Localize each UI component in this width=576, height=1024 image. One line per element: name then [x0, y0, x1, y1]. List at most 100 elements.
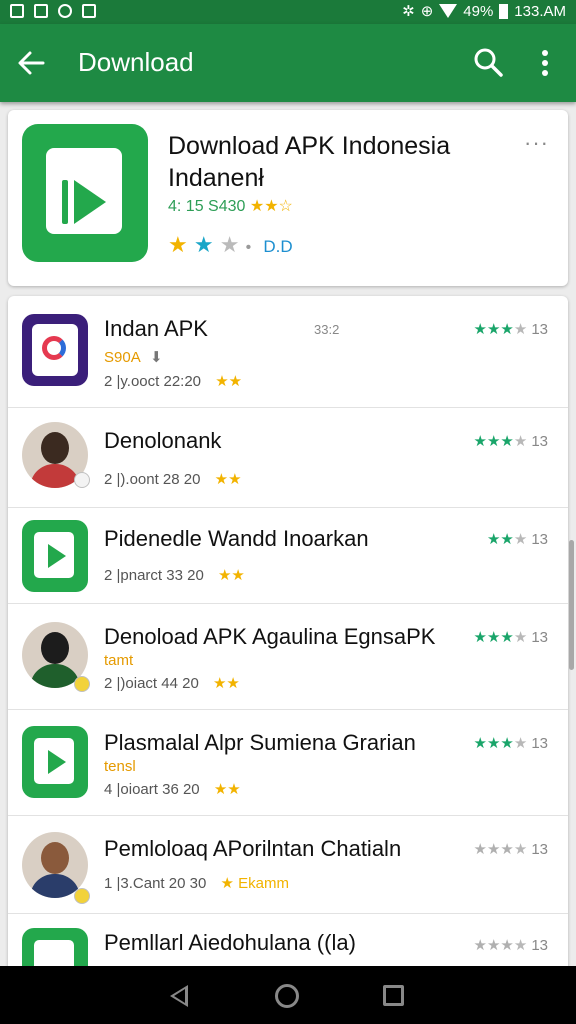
app-icon	[22, 520, 88, 592]
rating-count: 13	[531, 937, 548, 954]
rating-stars-empty: ★	[513, 841, 528, 858]
nav-home-icon[interactable]	[275, 984, 299, 1008]
nav-recents-icon[interactable]	[383, 985, 404, 1006]
system-icons: ✲ ⊕ 49% 133.AM	[402, 2, 566, 21]
rating-star-icon: ★	[193, 232, 214, 257]
app-rating: ★★★★ 13	[474, 432, 548, 450]
app-rating: ★★★★ 13	[474, 320, 548, 338]
rating-count: 13	[531, 629, 548, 646]
page-title: Download	[78, 47, 194, 77]
app-meta-stars: ★ Ekamm	[220, 875, 289, 892]
app-meta-stars: ★★	[213, 781, 241, 798]
app-name: Pemllarl Aiedohulana ((la)	[104, 930, 356, 955]
app-meta-stars: ★★	[217, 567, 245, 584]
rating-stars-empty: ★	[513, 937, 528, 954]
featured-app-icon-bar	[62, 180, 68, 224]
rating-count: 13	[531, 321, 548, 338]
rating-stars-empty: ★	[513, 433, 528, 450]
play-icon	[48, 544, 66, 568]
list-item[interactable]: Pemloloaq APorilntan Chatialn 1 |3.Cant …	[8, 816, 568, 914]
app-meta: 2 |pnarct 33 20 ★★	[104, 566, 245, 584]
app-rating: ★★★★ 13	[474, 840, 548, 858]
rating-stars-filled: ★★★	[473, 735, 514, 752]
app-bar: Download	[0, 24, 576, 102]
list-item[interactable]: Plasmalal Alpr Sumiena Grarian tensl 4 |…	[8, 710, 568, 816]
system-nav-bar	[0, 966, 576, 1024]
app-meta-text: 2 |).oont 28 20	[104, 471, 201, 488]
rating-count: 13	[531, 433, 548, 450]
app-rating: ★★★ 13	[487, 530, 548, 548]
circle-notification-icon	[58, 4, 72, 18]
square-notification-icon	[82, 4, 96, 18]
vibrate-icon: ✲	[402, 3, 415, 20]
avatar-body	[30, 464, 80, 488]
rating-star-icon: ★	[168, 232, 188, 257]
app-meta-text: 2 |pnarct 33 20	[104, 567, 204, 584]
rating-dot: •	[245, 239, 252, 256]
app-meta: 2 |y.ooct 22:20 ★★	[104, 372, 242, 390]
app-name: Plasmalal Alpr Sumiena Grarian	[104, 730, 416, 755]
notification-icons	[10, 4, 96, 18]
gallery-icon	[34, 4, 48, 18]
app-rating: ★★★★ 13	[474, 936, 548, 954]
avatar-head	[41, 842, 69, 874]
app-rating: ★★★★ 13	[474, 734, 548, 752]
image-icon	[10, 4, 24, 18]
chrome-logo-icon	[42, 336, 66, 360]
app-name: Indan APK	[104, 316, 208, 341]
clock: 133.AM	[514, 2, 566, 20]
app-name: Pidenedle Wandd Inoarkan	[104, 526, 369, 551]
app-name: Pemloloaq APorilntan Chatialn	[104, 836, 402, 861]
app-name: Denolonank	[104, 428, 222, 453]
back-arrow-icon[interactable]	[16, 48, 46, 78]
featured-app-meta-text: 4: 15 S430	[168, 198, 246, 215]
featured-menu-icon[interactable]: ···	[524, 130, 549, 156]
list-item[interactable]: Denoload APK Agaulina EgnsaPK tamt 2 |)o…	[8, 604, 568, 710]
overflow-menu-icon[interactable]	[540, 48, 550, 78]
rating-count: 13	[531, 735, 548, 752]
scrollbar[interactable]	[569, 540, 574, 670]
avatar-body	[30, 874, 80, 898]
rating-stars-empty: ★	[513, 321, 528, 338]
app-meta-stars: ★★	[212, 675, 240, 692]
featured-app-card[interactable]: Download APK Indonesia Indanenł 4: 15 S4…	[8, 110, 568, 286]
rating-stars-filled: ★★★	[473, 433, 514, 450]
app-meta-text: 2 |y.ooct 22:20	[104, 373, 202, 390]
rating-stars-filled: ★★★	[473, 629, 514, 646]
app-badge-icon	[74, 472, 90, 488]
rating-stars-empty: ★	[513, 735, 528, 752]
app-subtitle: tensl	[104, 758, 136, 775]
app-subtitle: tamt	[104, 652, 134, 669]
battery-percent: 49%	[463, 2, 494, 20]
data-icon: ⊕	[420, 3, 434, 20]
list-item[interactable]: Pidenedle Wandd Inoarkan 2 |pnarct 33 20…	[8, 508, 568, 604]
avatar-head	[41, 632, 69, 664]
app-meta: 2 |).oont 28 20 ★★	[104, 470, 242, 488]
wifi-icon	[439, 4, 458, 18]
app-badge-icon	[74, 888, 90, 904]
rating-stars-empty: ★	[513, 629, 528, 646]
battery-icon	[499, 3, 509, 19]
app-badge-text: 33:2	[314, 322, 340, 337]
app-list: Indan APK 33:2 S90A ⬇ 2 |y.ooct 22:20 ★★…	[8, 296, 568, 986]
list-item[interactable]: Indan APK 33:2 S90A ⬇ 2 |y.ooct 22:20 ★★…	[8, 296, 568, 408]
avatar-body	[30, 664, 80, 688]
app-meta-stars: ★★	[214, 471, 242, 488]
featured-app-meta-stars: ★★☆	[249, 198, 293, 215]
app-icon	[22, 314, 88, 386]
status-bar: ✲ ⊕ 49% 133.AM	[0, 0, 576, 24]
app-meta-text: 2 |)oiact 44 20	[104, 675, 199, 692]
play-icon	[48, 750, 66, 774]
rating-count: 13	[531, 531, 548, 548]
app-meta-stars: ★★	[215, 373, 243, 390]
featured-app-title: Download APK Indonesia Indanenł	[168, 132, 451, 192]
list-item[interactable]: Denolonank 2 |).oont 28 20 ★★ ★★★★ 13	[8, 408, 568, 508]
app-name: Denoload APK Agaulina EgnsaPK	[104, 624, 436, 649]
featured-app-meta: 4: 15 S430 ★★☆	[168, 196, 293, 216]
nav-back-icon[interactable]	[170, 985, 188, 1007]
rating-stars-filled: ★★★	[473, 937, 514, 954]
rating-star-icon: ★	[219, 232, 240, 257]
search-icon[interactable]	[472, 46, 504, 78]
app-badge-icon	[74, 676, 90, 692]
app-meta-text: 1 |3.Cant 20 30	[104, 875, 207, 892]
